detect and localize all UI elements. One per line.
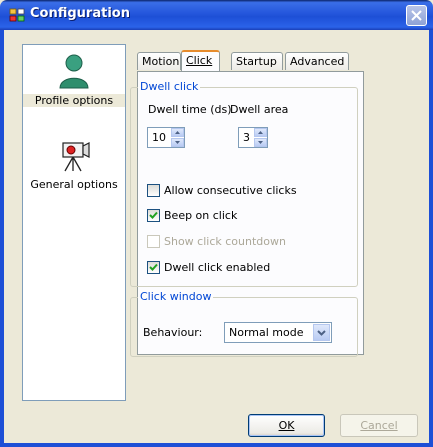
checkmark-icon — [149, 211, 158, 219]
app-icon — [9, 8, 25, 22]
checkbox-box — [147, 261, 160, 274]
options-sidebar: Profile options General options — [22, 44, 126, 401]
behaviour-select[interactable]: Normal mode — [224, 322, 332, 343]
checkbox-box — [147, 209, 160, 222]
tab-click-label: Click — [186, 54, 213, 67]
dwell-time-spinner[interactable]: 10 — [147, 127, 185, 148]
spinner-buttons — [171, 128, 184, 147]
ok-button-label: OK — [278, 419, 295, 432]
window-title: Configuration — [30, 6, 130, 21]
spinner-buttons — [254, 128, 267, 147]
spin-up-button[interactable] — [254, 128, 267, 137]
profile-person-icon — [59, 54, 89, 89]
title-bar[interactable]: Configuration — [0, 0, 433, 30]
camera-icon — [62, 142, 90, 172]
checkbox-label: Show click countdown — [164, 235, 286, 248]
cancel-button[interactable]: Cancel — [340, 414, 418, 437]
sidebar-item-label: Profile options — [23, 94, 125, 107]
dropdown-button[interactable] — [313, 324, 330, 341]
cancel-button-label: Cancel — [360, 419, 398, 432]
configuration-window: Configuration Profile options General op… — [0, 0, 433, 447]
click-tab-panel: Dwell click Dwell time (ds) Dwell area 1… — [130, 71, 364, 357]
tab-startup[interactable]: Startup — [231, 52, 283, 70]
tab-click[interactable]: Click — [181, 50, 220, 71]
tab-advanced[interactable]: Advanced — [285, 52, 349, 70]
checkmark-icon — [149, 263, 158, 271]
group-title: Dwell click — [138, 80, 201, 93]
sidebar-item-general-options[interactable]: General options — [23, 139, 125, 191]
tab-motion[interactable]: Motion — [137, 52, 181, 70]
arrow-down-icon — [175, 141, 180, 144]
arrow-up-icon — [258, 131, 263, 134]
group-title: Click window — [138, 290, 214, 303]
arrow-up-icon — [175, 131, 180, 134]
checkbox-label: Dwell click enabled — [164, 261, 271, 274]
spin-down-button[interactable] — [171, 138, 184, 147]
spinner-value: 3 — [243, 131, 250, 144]
checkbox-box — [147, 235, 160, 248]
chevron-down-icon — [317, 330, 326, 336]
checkbox-label: Beep on click — [164, 209, 238, 222]
behaviour-label: Behaviour: — [143, 326, 203, 339]
spin-up-button[interactable] — [171, 128, 184, 137]
sidebar-item-label: General options — [30, 178, 118, 191]
close-button[interactable] — [406, 5, 427, 26]
window-frame-bottom — [0, 443, 433, 447]
checkbox-label: Allow consecutive clicks — [164, 184, 297, 197]
checkbox-box — [147, 184, 160, 197]
spin-down-button[interactable] — [254, 138, 267, 147]
dwell-time-label: Dwell time (ds) — [148, 103, 232, 116]
dwell-area-spinner[interactable]: 3 — [238, 127, 268, 148]
window-frame-left — [0, 30, 4, 447]
close-icon — [411, 10, 422, 21]
arrow-down-icon — [258, 141, 263, 144]
behaviour-select-value: Normal mode — [229, 326, 304, 339]
ok-button[interactable]: OK — [248, 414, 325, 437]
window-frame-right — [429, 30, 433, 447]
dwell-area-label: Dwell area — [230, 103, 289, 116]
spinner-value: 10 — [152, 131, 166, 144]
sidebar-item-profile-options[interactable]: Profile options — [23, 53, 125, 107]
